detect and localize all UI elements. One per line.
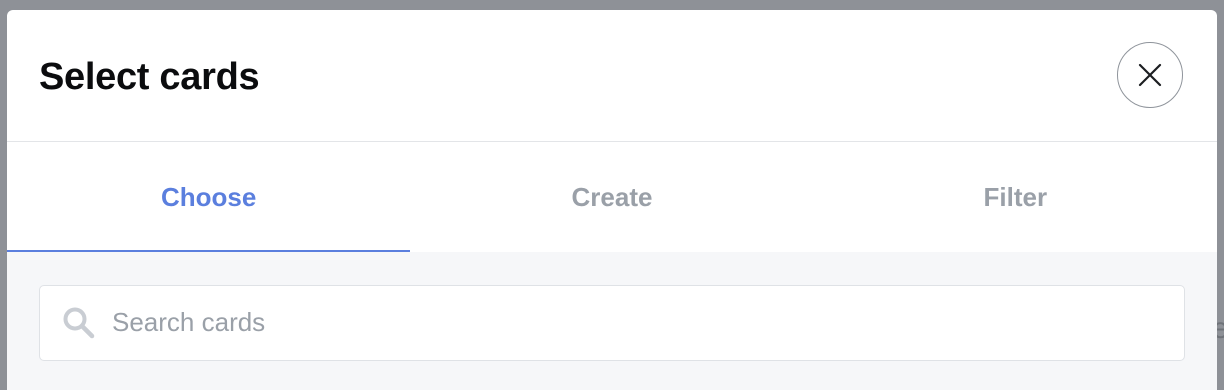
tab-choose[interactable]: Choose — [7, 142, 411, 252]
dialog-content — [7, 252, 1217, 390]
search-input[interactable] — [112, 286, 1172, 359]
close-button[interactable] — [1117, 42, 1183, 108]
dialog-header: Select cards — [7, 10, 1217, 142]
dialog-title: Select cards — [39, 56, 260, 98]
search-box[interactable] — [39, 285, 1185, 361]
tab-create[interactable]: Create — [410, 142, 813, 252]
tab-bar: Choose Create Filter — [7, 142, 1217, 252]
search-icon — [63, 307, 95, 339]
select-cards-dialog: Select cards Choose Create Filter — [7, 10, 1217, 390]
close-icon — [1138, 63, 1162, 87]
tab-filter[interactable]: Filter — [814, 142, 1217, 252]
